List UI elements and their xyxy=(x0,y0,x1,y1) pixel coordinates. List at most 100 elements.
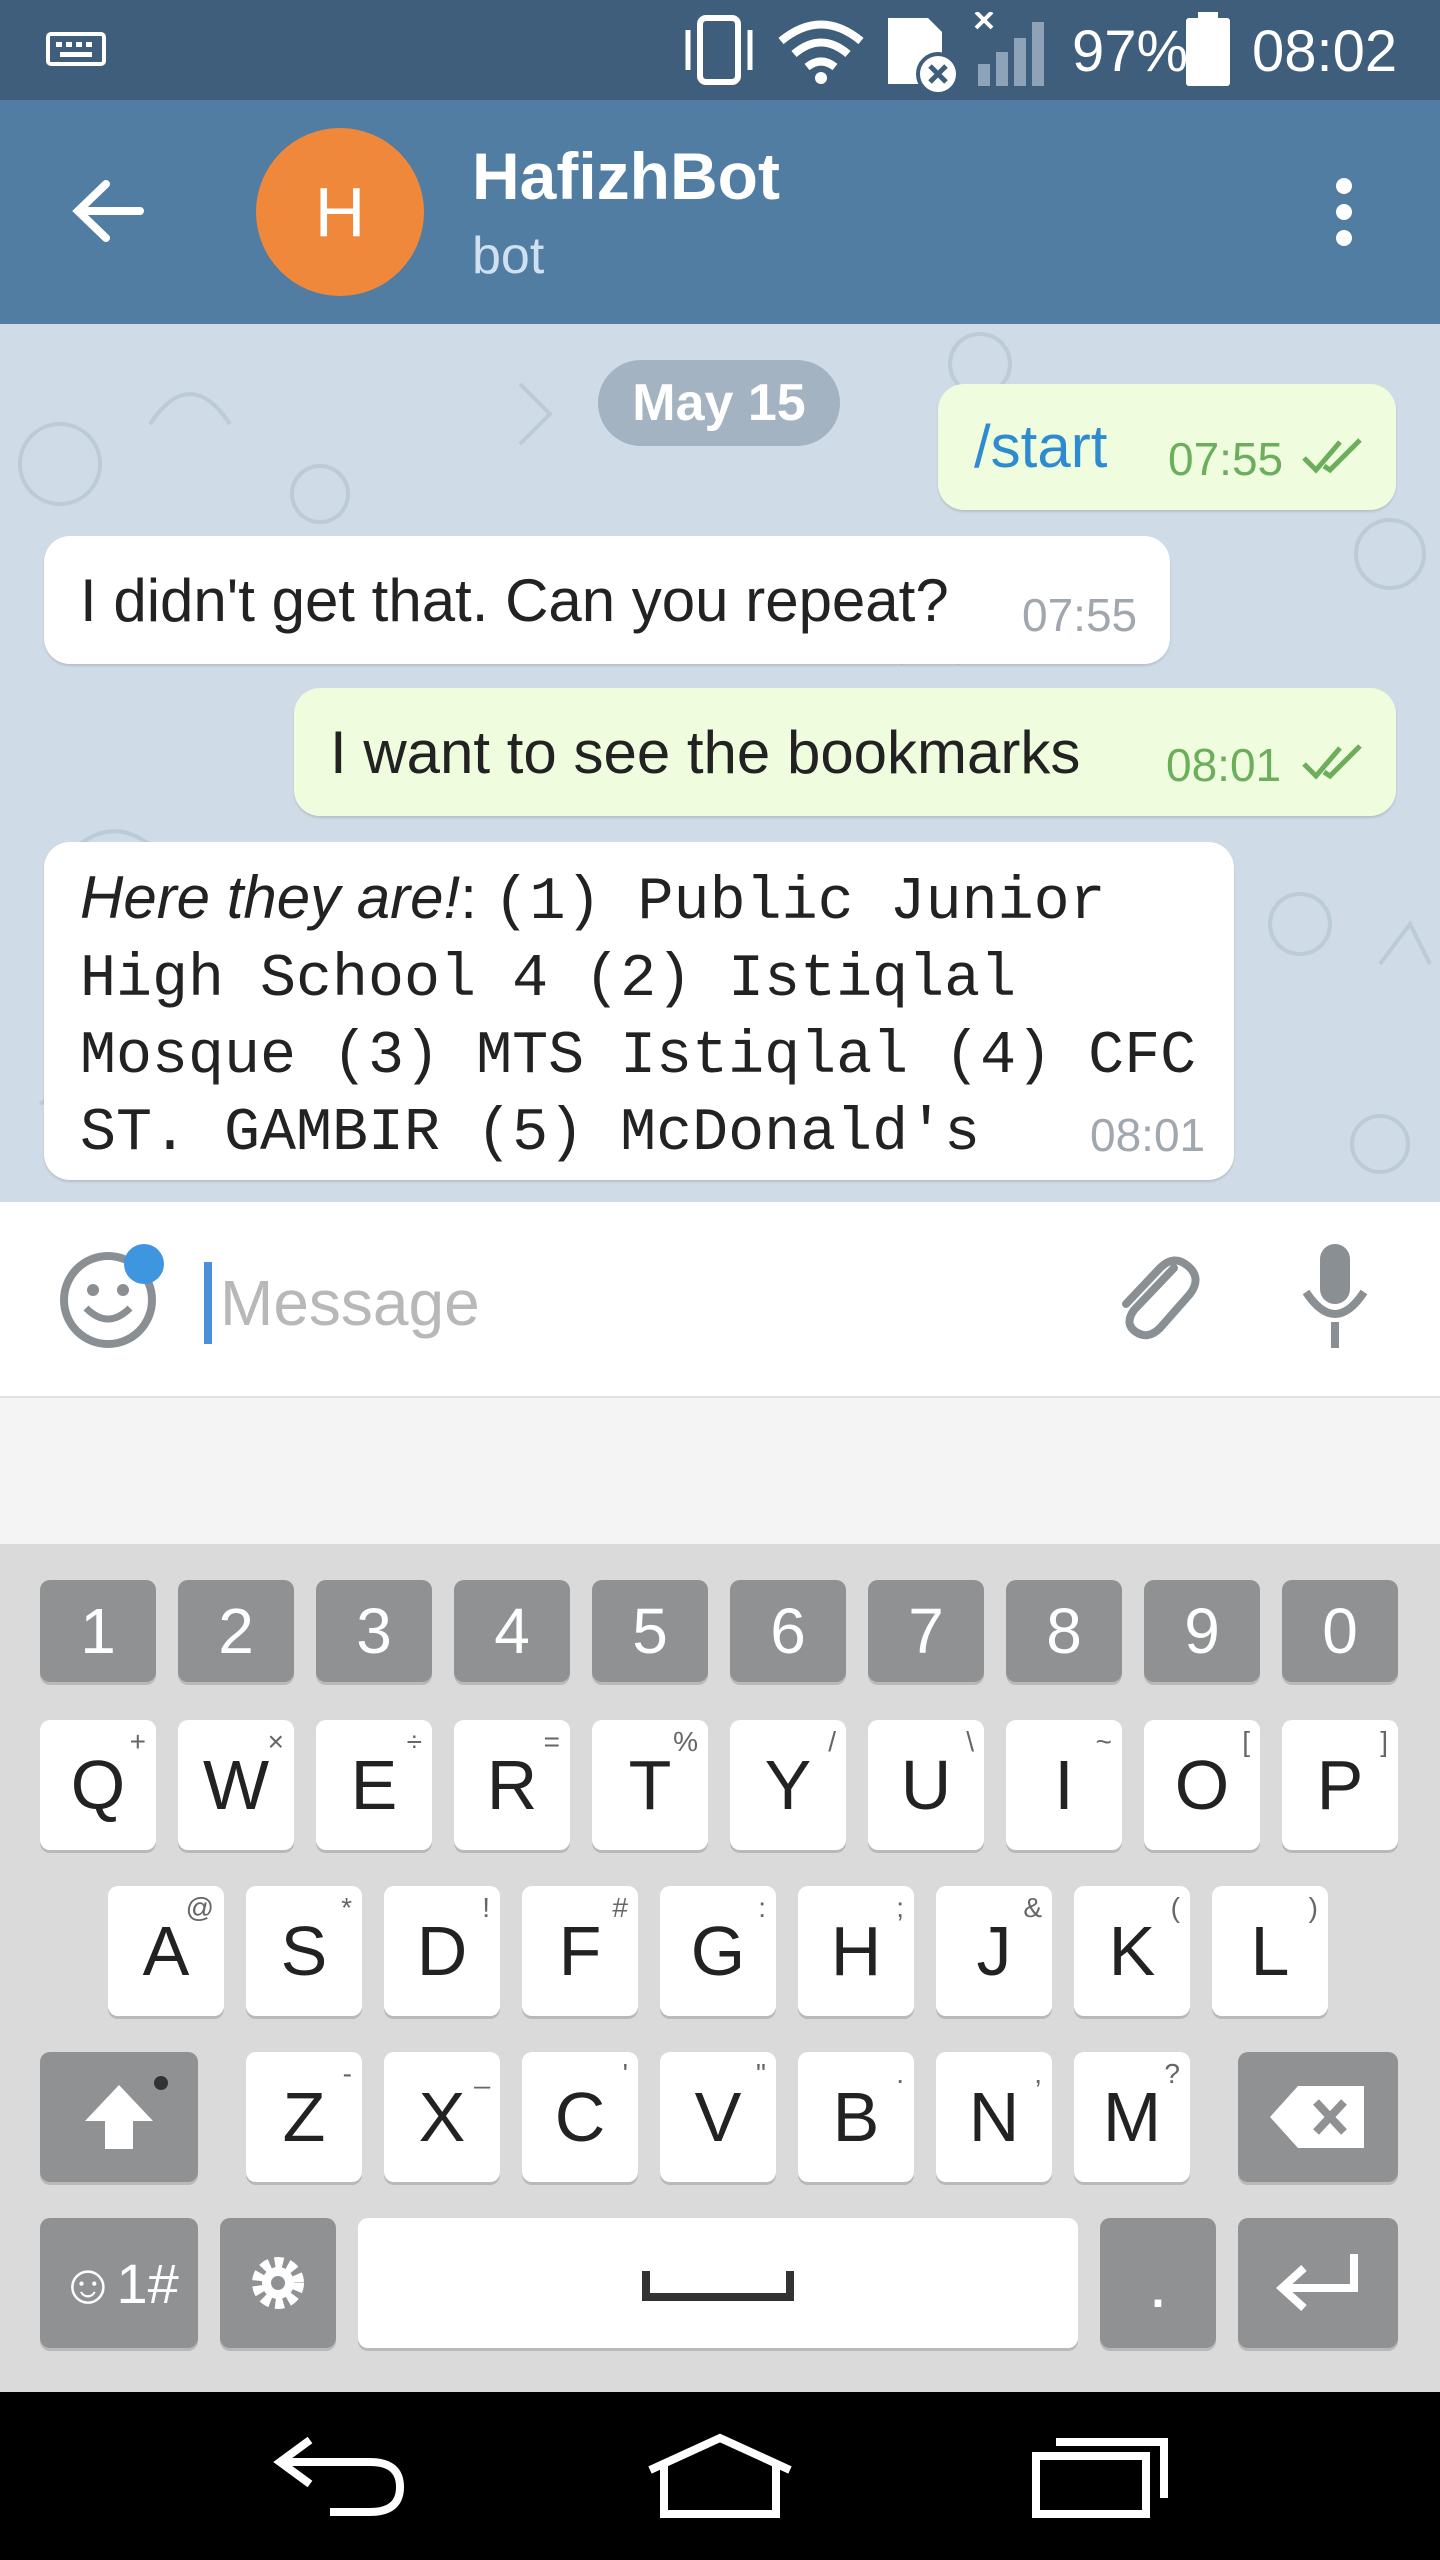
key-c[interactable]: C ' xyxy=(522,2052,638,2182)
message-text-italic: Here they are! xyxy=(80,864,461,931)
key-sublabel: + xyxy=(129,1726,146,1757)
key-4[interactable]: 4 xyxy=(454,1580,570,1682)
message-text[interactable]: /start xyxy=(974,412,1107,481)
key-sublabel: % xyxy=(673,1726,698,1757)
key-5[interactable]: 5 xyxy=(592,1580,708,1682)
message-input[interactable] xyxy=(204,1262,1102,1344)
key-label: N xyxy=(968,2078,1020,2156)
key-label: I xyxy=(1054,1746,1074,1824)
key-b[interactable]: B. xyxy=(798,2052,914,2182)
gear-icon xyxy=(252,2257,304,2309)
key-2[interactable]: 2 xyxy=(178,1580,294,1682)
key-o[interactable]: O[ xyxy=(1144,1720,1260,1850)
recent-apps-icon[interactable] xyxy=(1030,2432,1170,2522)
back-nav-icon[interactable] xyxy=(270,2432,410,2522)
key-e[interactable]: E ÷ xyxy=(316,1720,432,1850)
key-sublabel: ' xyxy=(622,2058,628,2089)
message-incoming[interactable]: I didn't get that. Can you repeat? 07:55 xyxy=(44,536,1170,664)
microphone-icon[interactable] xyxy=(1300,1240,1370,1352)
key-label: L xyxy=(1250,1912,1290,1990)
key-i[interactable]: I ~ xyxy=(1006,1720,1122,1850)
key-label: X xyxy=(418,2078,466,2156)
key-sublabel: , xyxy=(1034,2058,1042,2089)
key-sublabel: . xyxy=(896,2058,904,2089)
status-bar: 97% 08:02 xyxy=(0,0,1440,100)
key-3[interactable]: 3 xyxy=(316,1580,432,1682)
message-incoming[interactable]: Here they are!: (1) Public Junior High S… xyxy=(44,842,1234,1180)
backspace-icon xyxy=(1270,2086,1364,2148)
message-time: 08:01 xyxy=(1090,1109,1206,1161)
key-6[interactable]: 6 xyxy=(730,1580,846,1682)
key-f[interactable]: F # xyxy=(522,1886,638,2016)
key-7[interactable]: 7 xyxy=(868,1580,984,1682)
enter-key[interactable] xyxy=(1238,2218,1398,2348)
key-label: 3 xyxy=(356,1595,392,1667)
settings-key[interactable] xyxy=(220,2218,336,2348)
backspace-key[interactable] xyxy=(1238,2052,1398,2182)
keyboard-icon xyxy=(46,32,106,66)
symbols-key[interactable]: ☺1# xyxy=(40,2218,198,2348)
space-key[interactable] xyxy=(358,2218,1078,2348)
message-line: High School 4 (2) Istiqlal xyxy=(80,946,1017,1014)
key-0[interactable]: 0 xyxy=(1282,1580,1398,1682)
key-j[interactable]: J & xyxy=(936,1886,1052,2016)
period-key[interactable]: . xyxy=(1100,2218,1216,2348)
message-outgoing[interactable]: /start 07:55 xyxy=(938,384,1396,510)
key-k[interactable]: K( xyxy=(1074,1886,1190,2016)
emoji-icon[interactable] xyxy=(58,1242,168,1352)
shift-icon xyxy=(85,2085,153,2149)
key-label: 2 xyxy=(218,1595,254,1667)
chat-title[interactable]: HafizhBot xyxy=(472,138,780,214)
navigation-bar xyxy=(0,2392,1440,2560)
key-label: Y xyxy=(764,1746,812,1824)
key-label: 5 xyxy=(632,1595,668,1667)
key-8[interactable]: 8 xyxy=(1006,1580,1122,1682)
key-a[interactable]: A @ xyxy=(108,1886,224,2016)
key-label: F xyxy=(558,1912,602,1990)
key-label: Z xyxy=(282,2078,326,2156)
avatar[interactable]: H xyxy=(256,128,424,296)
key-v[interactable]: V " xyxy=(660,2052,776,2182)
key-9[interactable]: 9 xyxy=(1144,1580,1260,1682)
message-outgoing[interactable]: I want to see the bookmarks 08:01 xyxy=(294,688,1396,816)
key-d[interactable]: D! xyxy=(384,1886,500,2016)
key-sublabel: @ xyxy=(185,1892,214,1923)
back-arrow-icon[interactable] xyxy=(70,176,146,246)
key-q[interactable]: Q + xyxy=(40,1720,156,1850)
key-sublabel: * xyxy=(341,1892,352,1923)
message-text: Here they are!: (1) Public Junior High S… xyxy=(80,862,1196,1170)
key-g[interactable]: G: xyxy=(660,1886,776,2016)
key-w[interactable]: W × xyxy=(178,1720,294,1850)
message-text-colon: : xyxy=(460,864,477,931)
more-options-icon[interactable] xyxy=(1324,172,1364,252)
key-h[interactable]: H; xyxy=(798,1886,914,2016)
key-label: C xyxy=(554,2078,606,2156)
key-sublabel: ? xyxy=(1164,2058,1180,2089)
key-n[interactable]: N, xyxy=(936,2052,1052,2182)
key-s[interactable]: S * xyxy=(246,1886,362,2016)
message-line: Mosque (3) MTS Istiqlal (4) CFC xyxy=(80,1023,1197,1091)
message-time: 07:55 xyxy=(1022,589,1138,641)
key-t[interactable]: T% xyxy=(592,1720,708,1850)
key-l[interactable]: L) xyxy=(1212,1886,1328,2016)
status-time: 08:02 xyxy=(1252,19,1398,84)
key-m[interactable]: M? xyxy=(1074,2052,1190,2182)
keyboard: 1 2 3 4 5 6 7 8 9 0 Q + W × E ÷ R = T% Y / U \… xyxy=(0,1544,1440,2392)
space-bar-icon xyxy=(642,2271,794,2301)
sim-error-icon xyxy=(888,18,960,96)
key-label: Q xyxy=(70,1746,126,1824)
key-y[interactable]: Y / xyxy=(730,1720,846,1850)
attach-icon[interactable] xyxy=(1104,1248,1204,1348)
key-1[interactable]: 1 xyxy=(40,1580,156,1682)
chat-area[interactable]: May 15 /start 07:55 I didn't get that. C… xyxy=(0,324,1440,1202)
key-p[interactable]: P] xyxy=(1282,1720,1398,1850)
key-z[interactable]: Z- xyxy=(246,2052,362,2182)
key-label: B xyxy=(832,2078,880,2156)
key-sublabel: ) xyxy=(1308,1892,1318,1923)
home-nav-icon[interactable] xyxy=(644,2432,796,2522)
key-x[interactable]: X _ xyxy=(384,2052,500,2182)
shift-key[interactable] xyxy=(40,2052,198,2182)
key-r[interactable]: R = xyxy=(454,1720,570,1850)
double-check-icon xyxy=(1302,438,1362,474)
key-u[interactable]: U \ xyxy=(868,1720,984,1850)
